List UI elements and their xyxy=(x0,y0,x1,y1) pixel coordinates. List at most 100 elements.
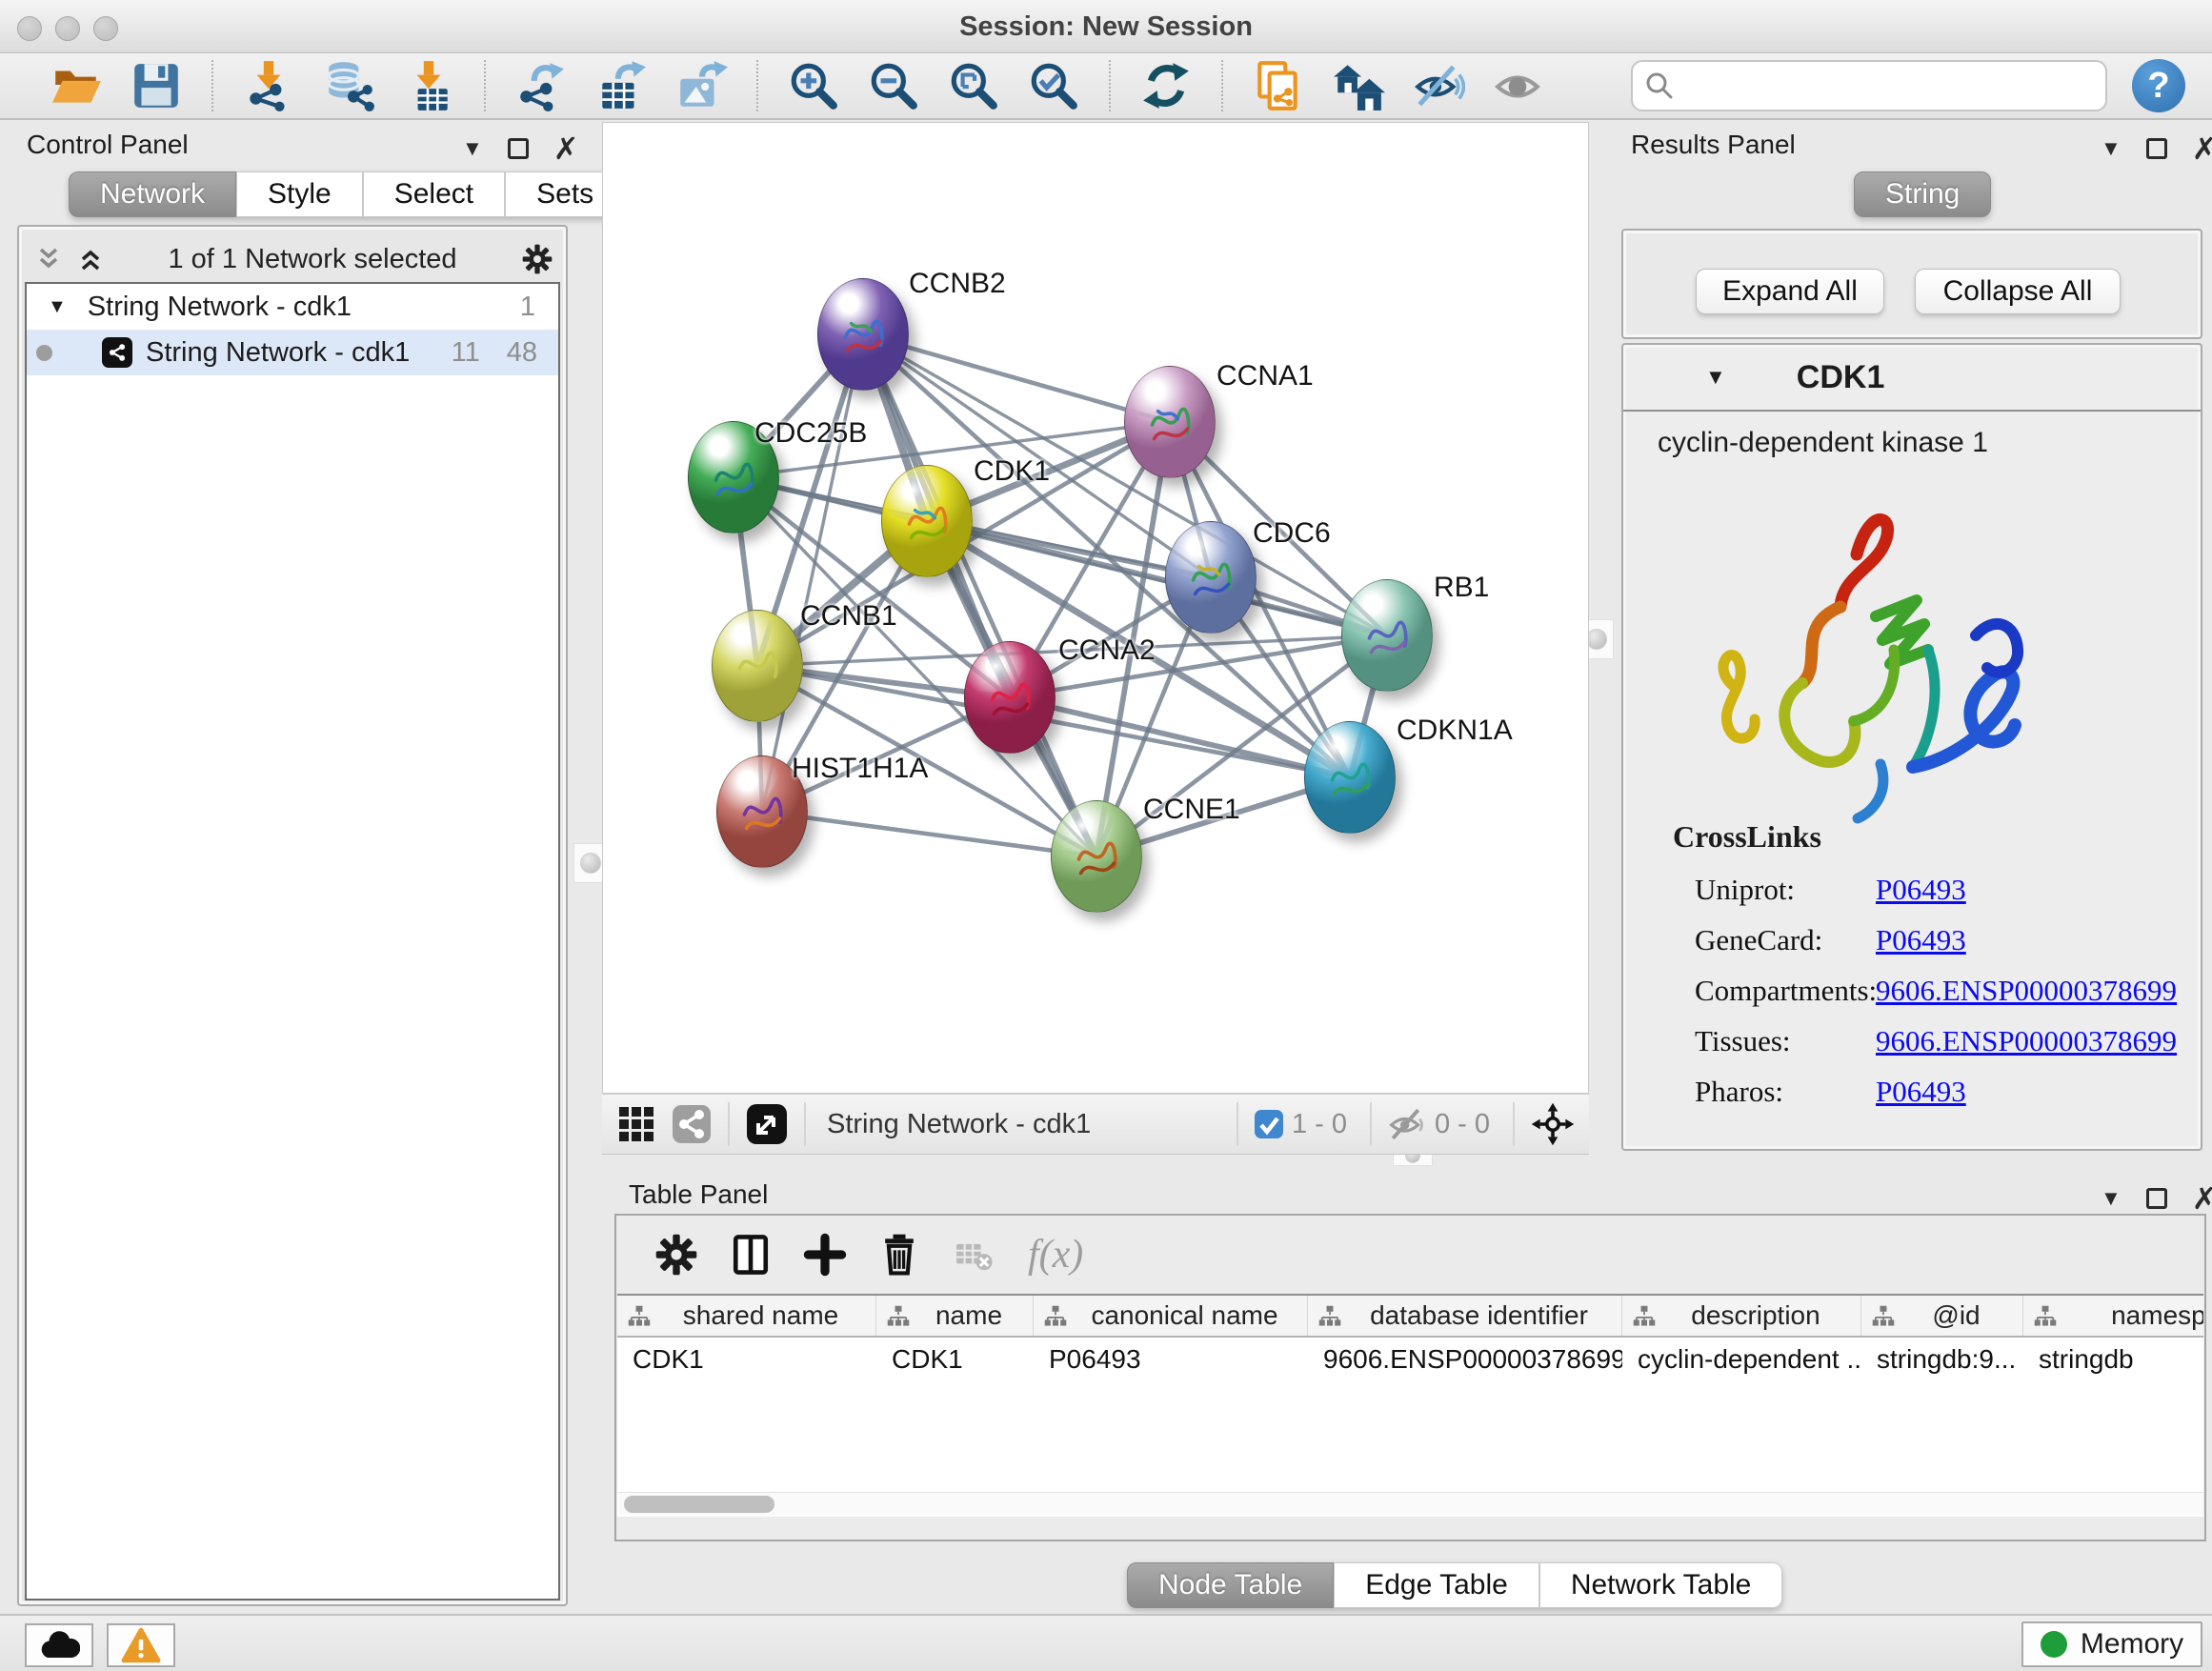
tab-string[interactable]: String xyxy=(1854,171,1991,217)
network-node-cdc6[interactable] xyxy=(1165,521,1257,634)
export-image-button[interactable] xyxy=(674,58,729,113)
warning-icon xyxy=(121,1627,161,1663)
column-header--id[interactable]: @id xyxy=(1861,1296,2023,1336)
crosslink-value-link[interactable]: P06493 xyxy=(1876,923,1966,957)
close-panel-icon[interactable]: ✗ xyxy=(2192,1183,2212,1214)
network-node-cdkn1a[interactable] xyxy=(1304,721,1396,834)
tab-select[interactable]: Select xyxy=(363,171,505,217)
zoom-fit-button[interactable] xyxy=(946,58,1001,113)
table-cell[interactable]: CDK1 xyxy=(617,1338,876,1381)
collapse-all-button[interactable]: Collapse All xyxy=(1915,269,2121,314)
export-network-button[interactable] xyxy=(513,58,569,113)
export-network-icon xyxy=(514,59,568,112)
tab-network-table[interactable]: Network Table xyxy=(1539,1562,1783,1608)
collapse-panel-icon[interactable]: ▼ xyxy=(2101,1188,2122,1209)
crosslink-value-link[interactable]: P06493 xyxy=(1876,1075,1966,1109)
collapse-panel-icon[interactable]: ▼ xyxy=(462,138,483,159)
expand-all-icon[interactable] xyxy=(76,245,105,273)
column-header-shared-name[interactable]: shared name xyxy=(617,1296,876,1336)
zoom-out-button[interactable] xyxy=(866,58,921,113)
duplicate-page-icon xyxy=(1252,59,1305,112)
open-in-window-icon[interactable] xyxy=(745,1102,789,1146)
string-view-icon[interactable] xyxy=(671,1103,713,1145)
tab-edge-table[interactable]: Edge Table xyxy=(1334,1562,1539,1608)
search-input[interactable] xyxy=(1675,70,2094,101)
delete-column-button[interactable] xyxy=(872,1227,927,1282)
toolbar-separator xyxy=(484,60,486,111)
network-node-ccne1[interactable] xyxy=(1051,800,1142,913)
warnings-button[interactable] xyxy=(107,1623,175,1667)
protein-structure-glyph xyxy=(980,665,1039,734)
tab-node-table[interactable]: Node Table xyxy=(1127,1562,1334,1608)
gear-icon[interactable] xyxy=(520,242,554,276)
expand-all-button[interactable]: Expand All xyxy=(1696,269,1884,314)
network-node-ccnb1[interactable] xyxy=(712,610,803,722)
table-cell[interactable]: stringdb:9... xyxy=(1861,1338,2023,1381)
show-graphics-details-button[interactable] xyxy=(1491,58,1546,113)
network-node-cdk1[interactable] xyxy=(881,465,973,577)
network-node-ccnb2[interactable] xyxy=(817,278,909,391)
table-horizontal-scrollbar[interactable] xyxy=(618,1492,2203,1515)
network-canvas[interactable]: CCNB2CCNA1CDC25BCDK1CDC6RB1CCNB1CCNA2CDK… xyxy=(602,122,1589,1094)
table-cell[interactable]: cyclin-dependent ... xyxy=(1622,1338,1861,1381)
import-table-button[interactable] xyxy=(401,58,456,113)
gene-section-header[interactable]: ▼ CDK1 xyxy=(1623,345,2201,412)
first-neighbors-button[interactable] xyxy=(1331,58,1386,113)
network-node-label: CDC6 xyxy=(1253,517,1331,550)
open-session-button[interactable] xyxy=(49,58,104,113)
hierarchy-icon xyxy=(1871,1304,1896,1336)
column-header-description[interactable]: description xyxy=(1622,1296,1861,1336)
column-header-canonical-name[interactable]: canonical name xyxy=(1034,1296,1308,1336)
tab-style[interactable]: Style xyxy=(236,171,363,217)
tree-expander-icon[interactable]: ▼ xyxy=(48,296,67,318)
duplicate-network-button[interactable] xyxy=(1251,58,1306,113)
zoom-in-button[interactable] xyxy=(786,58,841,113)
birdseye-navigator-icon[interactable] xyxy=(1530,1101,1576,1147)
network-node-rb1[interactable] xyxy=(1341,579,1433,692)
grid-mode-icon[interactable] xyxy=(615,1103,657,1145)
table-cell[interactable]: CDK1 xyxy=(876,1338,1034,1381)
collapse-panel-icon[interactable]: ▼ xyxy=(2101,138,2122,159)
close-panel-icon[interactable]: ✗ xyxy=(553,133,579,164)
selected-count: 1 - 0 xyxy=(1292,1109,1347,1140)
export-image-icon xyxy=(674,59,728,112)
column-header-name[interactable]: name xyxy=(876,1296,1034,1336)
float-panel-icon[interactable] xyxy=(2146,138,2167,159)
network-row[interactable]: String Network - cdk1 11 48 xyxy=(27,330,558,375)
scrollbar-thumb[interactable] xyxy=(624,1496,774,1513)
network-collection-row[interactable]: ▼ String Network - cdk1 1 xyxy=(27,284,558,330)
selected-checkbox-icon[interactable] xyxy=(1254,1109,1284,1139)
section-expander-icon[interactable]: ▼ xyxy=(1705,365,1726,390)
save-session-button[interactable] xyxy=(129,58,184,113)
hide-graphics-details-button[interactable] xyxy=(1411,58,1466,113)
collapse-all-icon[interactable] xyxy=(34,245,63,273)
crosslink-value-link[interactable]: 9606.ENSP00000378699 xyxy=(1876,974,2177,1008)
network-node-ccna1[interactable] xyxy=(1124,366,1216,478)
help-button[interactable]: ? xyxy=(2132,59,2185,112)
table-toolbar: f(x) xyxy=(618,1221,1100,1288)
memory-button[interactable]: Memory xyxy=(2021,1621,2202,1667)
hidden-count: 0 - 0 xyxy=(1435,1109,1490,1140)
crosslink-value-link[interactable]: 9606.ENSP00000378699 xyxy=(1876,1024,2177,1058)
column-header-database-identifier[interactable]: database identifier xyxy=(1308,1296,1622,1336)
import-network-from-database-button[interactable] xyxy=(321,58,376,113)
table-row[interactable]: CDK1CDK1P064939606.ENSP00000378699cyclin… xyxy=(617,1338,2203,1381)
export-table-button[interactable] xyxy=(593,58,649,113)
close-panel-icon[interactable]: ✗ xyxy=(2192,133,2212,164)
show-columns-button[interactable] xyxy=(723,1227,778,1282)
tab-network[interactable]: Network xyxy=(69,171,236,217)
float-panel-icon[interactable] xyxy=(508,138,529,159)
table-cell[interactable]: 9606.ENSP00000378699 xyxy=(1308,1338,1622,1381)
table-cell[interactable]: stringdb xyxy=(2023,1338,2203,1381)
column-header-namespace[interactable]: namespace xyxy=(2023,1296,2203,1336)
add-column-button[interactable] xyxy=(797,1227,853,1282)
table-cell[interactable]: P06493 xyxy=(1034,1338,1308,1381)
import-network-button[interactable] xyxy=(241,58,296,113)
network-node-ccna2[interactable] xyxy=(964,641,1056,754)
refresh-button[interactable] xyxy=(1138,58,1194,113)
cloud-button[interactable] xyxy=(25,1623,93,1667)
table-settings-button[interactable] xyxy=(649,1227,704,1282)
crosslink-value-link[interactable]: P06493 xyxy=(1876,873,1966,907)
zoom-selected-button[interactable] xyxy=(1026,58,1081,113)
float-panel-icon[interactable] xyxy=(2146,1188,2167,1209)
